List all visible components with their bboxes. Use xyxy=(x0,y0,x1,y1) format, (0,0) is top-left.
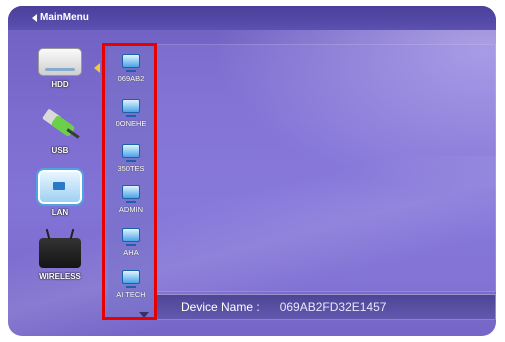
hdd-icon xyxy=(38,48,82,76)
lan-icon xyxy=(38,170,82,204)
back-label: MainMenu xyxy=(40,12,89,23)
wireless-icon xyxy=(39,238,81,268)
back-to-main-menu-button[interactable]: MainMenu xyxy=(32,12,89,23)
source-label: WIRELESS xyxy=(39,272,81,281)
back-arrow-icon xyxy=(32,13,37,22)
source-item-usb[interactable]: USB xyxy=(30,108,90,155)
media-player-screen: MainMenu HDD USB LAN WIRELESS 069AB2 0ON… xyxy=(8,6,496,336)
content-pane xyxy=(156,44,496,292)
device-name-bar: Device Name : 069AB2FD32E1457 xyxy=(156,294,496,320)
source-label: LAN xyxy=(51,208,69,217)
source-item-wireless[interactable]: WIRELESS xyxy=(30,238,90,281)
usb-icon xyxy=(40,108,80,142)
source-item-lan[interactable]: LAN xyxy=(30,170,90,217)
device-list-highlight-box xyxy=(102,43,157,320)
device-name-label: Device Name : xyxy=(181,300,260,314)
selection-pointer-icon xyxy=(94,63,100,73)
source-label: USB xyxy=(51,146,69,155)
source-label: HDD xyxy=(51,80,69,89)
device-name-value: 069AB2FD32E1457 xyxy=(279,300,387,314)
source-item-hdd[interactable]: HDD xyxy=(30,48,90,89)
